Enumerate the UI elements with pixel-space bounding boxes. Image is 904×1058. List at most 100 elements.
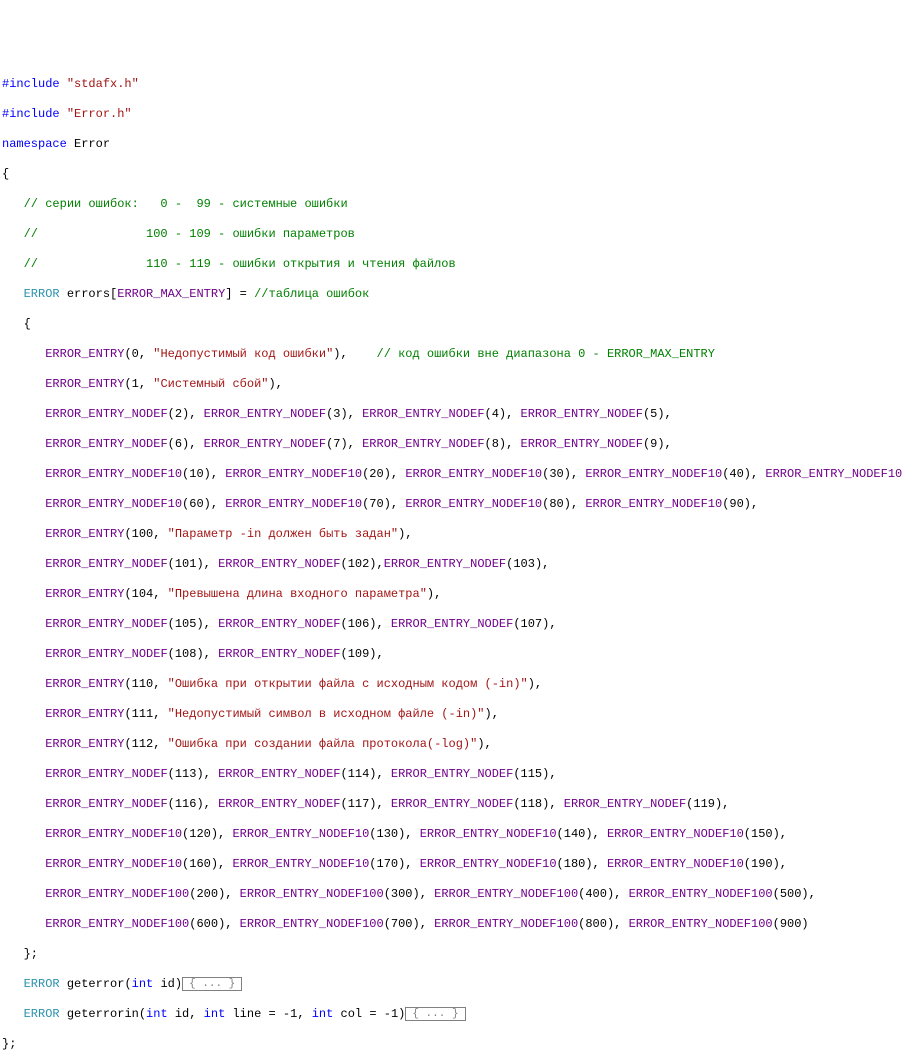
type-error: ERROR: [24, 1007, 60, 1021]
param-col: col: [341, 1007, 363, 1021]
macro: ERROR_ENTRY: [45, 707, 124, 721]
macro: ERROR_ENTRY_NODEF: [521, 437, 643, 451]
code-line: ERROR_ENTRY_NODEF(113), ERROR_ENTRY_NODE…: [2, 767, 904, 782]
number: -1: [283, 1007, 297, 1021]
number: 117: [348, 797, 370, 811]
number: 1: [132, 377, 139, 391]
comment: // 110 - 119 - ошибки открытия и чтения …: [24, 257, 456, 271]
macro: ERROR_ENTRY: [45, 677, 124, 691]
include-path: "Error.h": [67, 107, 132, 121]
number: -1: [384, 1007, 398, 1021]
number: 400: [585, 887, 607, 901]
array-name: errors: [67, 287, 110, 301]
macro: ERROR_ENTRY_NODEF: [204, 407, 326, 421]
code-line: ERROR_ENTRY_NODEF10(10), ERROR_ENTRY_NOD…: [2, 467, 904, 482]
code-line: ERROR_ENTRY_NODEF10(120), ERROR_ENTRY_NO…: [2, 827, 904, 842]
macro: ERROR_ENTRY_NODEF100: [434, 917, 578, 931]
number: 80: [549, 497, 563, 511]
number: 170: [377, 857, 399, 871]
macro: ERROR_ENTRY_NODEF: [45, 617, 167, 631]
number: 90: [729, 497, 743, 511]
macro: ERROR_ENTRY: [45, 737, 124, 751]
number: 105: [175, 617, 197, 631]
number: 119: [693, 797, 715, 811]
number: 10: [189, 467, 203, 481]
code-line: ERROR_ENTRY(112, "Ошибка при создании фа…: [2, 737, 904, 752]
macro: ERROR_ENTRY_NODEF: [362, 407, 484, 421]
code-line: ERROR_ENTRY(110, "Ошибка при открытии фа…: [2, 677, 904, 692]
macro: ERROR_ENTRY_NODEF: [391, 767, 513, 781]
code-line: ERROR errors[ERROR_MAX_ENTRY] = //таблиц…: [2, 287, 904, 302]
macro: ERROR_ENTRY_NODEF: [45, 407, 167, 421]
code-line: // 100 - 109 - ошибки параметров: [2, 227, 904, 242]
number: 100: [132, 527, 154, 541]
number: 140: [564, 827, 586, 841]
number: 190: [751, 857, 773, 871]
macro: ERROR_ENTRY_NODEF: [45, 557, 167, 571]
fold-toggle[interactable]: { ... }: [182, 977, 242, 991]
fold-toggle[interactable]: { ... }: [405, 1007, 465, 1021]
macro: ERROR_ENTRY_NODEF100: [629, 887, 773, 901]
code-line: ERROR_ENTRY(0, "Недопустимый код ошибки"…: [2, 347, 904, 362]
number: 150: [751, 827, 773, 841]
number: 2: [175, 407, 182, 421]
number: 114: [348, 767, 370, 781]
macro: ERROR_ENTRY_NODEF10: [45, 497, 182, 511]
macro: ERROR_ENTRY_NODEF: [391, 797, 513, 811]
number: 8: [492, 437, 499, 451]
macro: ERROR_ENTRY_NODEF100: [240, 887, 384, 901]
number: 120: [189, 827, 211, 841]
preproc-include: #include: [2, 107, 60, 121]
preproc-include: #include: [2, 77, 60, 91]
keyword-int: int: [146, 1007, 168, 1021]
macro: ERROR_ENTRY_NODEF: [521, 407, 643, 421]
number: 106: [348, 617, 370, 631]
number: 20: [369, 467, 383, 481]
macro: ERROR_ENTRY_NODEF: [204, 437, 326, 451]
macro: ERROR_ENTRY_NODEF10: [420, 857, 557, 871]
code-editor-view: #include "stdafx.h" #include "Error.h" n…: [0, 60, 904, 1058]
code-line: ERROR_ENTRY(111, "Недопустимый символ в …: [2, 707, 904, 722]
macro: ERROR_ENTRY_NODEF10: [45, 467, 182, 481]
macro: ERROR_ENTRY_NODEF10: [232, 857, 369, 871]
param-id: id: [175, 1007, 189, 1021]
number: 116: [175, 797, 197, 811]
code-line: ERROR geterror(int id){ ... }: [2, 977, 904, 992]
code-line: ERROR_ENTRY(1, "Системный сбой"),: [2, 377, 904, 392]
macro: ERROR_ENTRY_NODEF10: [45, 827, 182, 841]
string: "Превышена длина входного параметра": [168, 587, 427, 601]
number: 107: [521, 617, 543, 631]
macro: ERROR_ENTRY_NODEF10: [607, 827, 744, 841]
include-path: "stdafx.h": [67, 77, 139, 91]
number: 118: [521, 797, 543, 811]
comment: // код ошибки вне диапазона 0 - ERROR_MA…: [377, 347, 715, 361]
number: 600: [196, 917, 218, 931]
code-line: ERROR_ENTRY_NODEF10(160), ERROR_ENTRY_NO…: [2, 857, 904, 872]
number: 60: [189, 497, 203, 511]
number: 160: [189, 857, 211, 871]
param-id: id: [160, 977, 174, 991]
number: 7: [333, 437, 340, 451]
string: "Параметр -in должен быть задан": [168, 527, 398, 541]
number: 115: [521, 767, 543, 781]
code-line: ERROR_ENTRY_NODEF(6), ERROR_ENTRY_NODEF(…: [2, 437, 904, 452]
macro: ERROR_ENTRY: [45, 347, 124, 361]
number: 4: [492, 407, 499, 421]
string: "Недопустимый код ошибки": [153, 347, 333, 361]
number: 110: [132, 677, 154, 691]
keyword-namespace: namespace: [2, 137, 67, 151]
macro: ERROR_ENTRY: [45, 377, 124, 391]
number: 40: [729, 467, 743, 481]
number: 30: [549, 467, 563, 481]
code-line: ERROR_ENTRY(100, "Параметр -in должен бы…: [2, 527, 904, 542]
code-line: {: [2, 317, 904, 332]
macro: ERROR_ENTRY_NODEF10: [585, 497, 722, 511]
code-line: ERROR_ENTRY_NODEF100(600), ERROR_ENTRY_N…: [2, 917, 904, 932]
macro: ERROR_ENTRY_NODEF100: [45, 887, 189, 901]
number: 70: [369, 497, 383, 511]
number: 300: [391, 887, 413, 901]
macro: ERROR_ENTRY_NODEF10: [405, 497, 542, 511]
macro: ERROR_ENTRY: [45, 587, 124, 601]
macro: ERROR_ENTRY_NODEF10: [405, 467, 542, 481]
code-line: // 110 - 119 - ошибки открытия и чтения …: [2, 257, 904, 272]
